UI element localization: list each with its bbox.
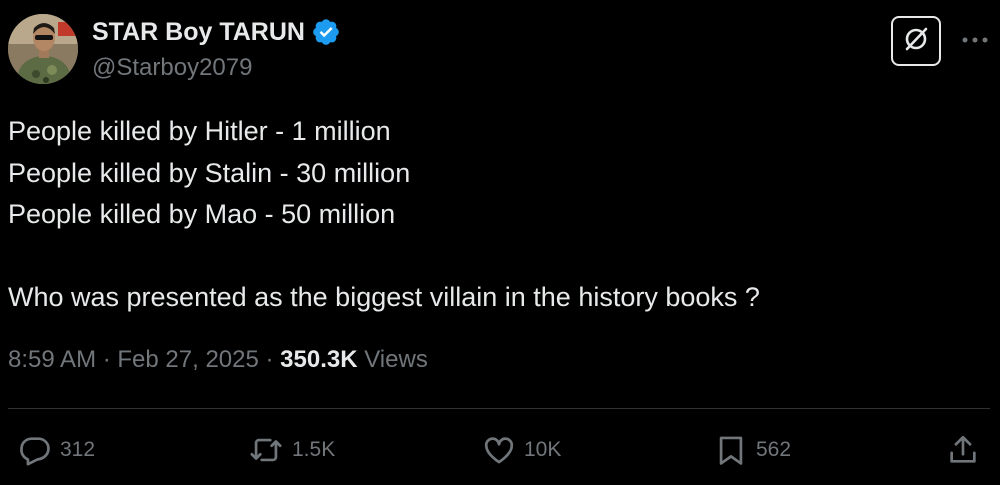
verified-badge-icon[interactable] — [311, 17, 341, 47]
like-icon — [482, 433, 516, 467]
repost-button[interactable]: 1.5K — [248, 430, 335, 470]
tweet-line: People killed by Hitler - 1 million — [8, 116, 391, 146]
author-display-name[interactable]: STAR Boy TARUN — [92, 17, 341, 47]
divider — [8, 408, 990, 409]
share-icon — [946, 433, 980, 467]
bookmark-button[interactable]: 562 — [714, 430, 791, 470]
reply-icon — [18, 433, 52, 467]
tweet-text: People killed by Hitler - 1 million Peop… — [8, 111, 988, 319]
more-icon — [960, 31, 990, 49]
avatar[interactable] — [8, 14, 78, 84]
tweet-date[interactable]: Feb 27, 2025 — [117, 346, 258, 373]
tweet-time[interactable]: 8:59 AM — [8, 346, 96, 373]
meta-separator: · — [258, 346, 281, 373]
tweet-metadata: 8:59 AM · Feb 27, 2025 · 350.3K Views — [8, 346, 428, 374]
share-button[interactable] — [946, 430, 980, 470]
meta-separator: · — [96, 346, 118, 373]
views-count: 350.3K — [280, 346, 358, 373]
repost-count: 1.5K — [292, 438, 336, 461]
reply-count: 312 — [60, 438, 96, 461]
grok-button[interactable] — [891, 16, 941, 66]
tweet-line: People killed by Mao - 50 million — [8, 199, 396, 229]
repost-icon — [248, 433, 284, 467]
reply-button[interactable]: 312 — [18, 430, 95, 470]
tweet-line: People killed by Stalin - 30 million — [8, 157, 411, 188]
like-button[interactable]: 10K — [482, 430, 561, 470]
more-options-button[interactable] — [958, 28, 992, 52]
views-label: Views — [357, 346, 428, 373]
author-name-text[interactable]: STAR Boy TARUN — [92, 18, 305, 47]
like-count: 10K — [524, 438, 562, 461]
bookmark-count: 562 — [756, 438, 792, 461]
grok-icon — [901, 24, 931, 59]
tweet-line: Who was presented as the biggest villain… — [8, 282, 760, 312]
author-handle[interactable]: @Starboy2079 — [92, 54, 252, 82]
bookmark-icon — [714, 433, 748, 467]
